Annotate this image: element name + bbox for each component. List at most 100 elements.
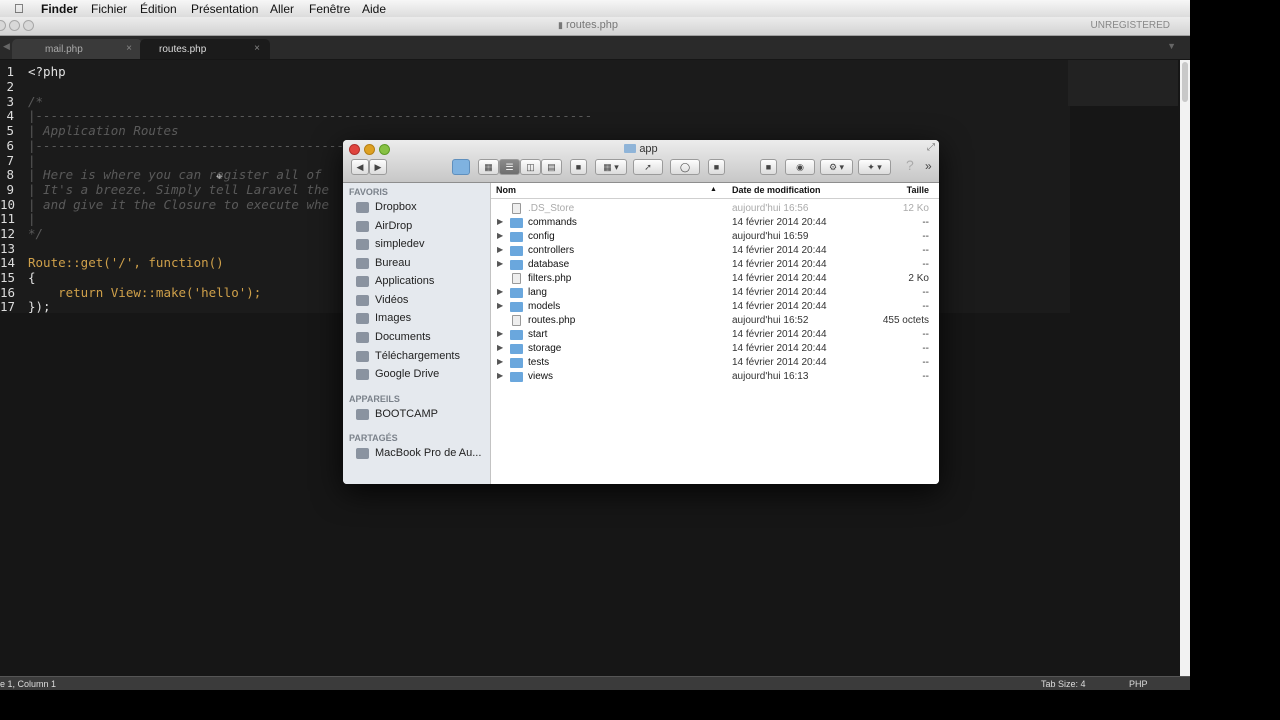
file-row-ds-store[interactable]: .DS_Store aujourd'hui 16:56 12 Ko [491,202,939,216]
file-row-database[interactable]: ▶ database 14 février 2014 20:44 -- [491,258,939,272]
file-row-controllers[interactable]: ▶ controllers 14 février 2014 20:44 -- [491,244,939,258]
line-number: 11 [0,211,16,226]
tab-scroll-left-icon[interactable]: ◀ [3,41,10,52]
tab-close-icon[interactable]: × [254,43,260,54]
sidebar-item-dropbox[interactable]: Dropbox [355,199,489,217]
file-row-lang[interactable]: ▶ lang 14 février 2014 20:44 -- [491,286,939,300]
disclosure-triangle-icon[interactable]: ▶ [497,217,503,226]
help-icon[interactable]: ? [906,157,914,173]
sidebar-item-images[interactable]: Images [355,310,489,328]
file-row-config[interactable]: ▶ config aujourd'hui 16:59 -- [491,230,939,244]
column-view-button[interactable]: ◫ [520,159,541,175]
dropbox-menu-icon[interactable]: ✦ ▾ [858,159,891,175]
disclosure-triangle-icon[interactable]: ▶ [497,301,503,310]
vertical-scrollbar[interactable] [1180,60,1190,690]
php-file-icon [512,273,521,284]
file-row-start[interactable]: ▶ start 14 février 2014 20:44 -- [491,328,939,342]
code-line[interactable]: | Here is where you can register all of [28,167,322,182]
path-icon[interactable]: ■ [708,159,725,175]
column-header-date[interactable]: Date de modification [732,185,821,195]
sidebar-item-telechargements[interactable]: Téléchargements [355,348,489,366]
disclosure-triangle-icon[interactable]: ▶ [497,231,503,240]
tab-mail-php[interactable]: mail.php × [12,39,142,59]
file-row-commands[interactable]: ▶ commands 14 février 2014 20:44 -- [491,216,939,230]
fullscreen-icon[interactable]: ⤢ [927,142,935,153]
file-row-models[interactable]: ▶ models 14 février 2014 20:44 -- [491,300,939,314]
minimap[interactable] [1068,60,1178,106]
code-line[interactable]: { [28,270,36,285]
sidebar-item-bureau[interactable]: Bureau [355,255,489,273]
tab-size-selector[interactable]: Tab Size: 4 [1041,679,1086,689]
code-line[interactable]: <?php [28,64,66,79]
code-line[interactable]: }); [28,299,51,314]
list-view-button[interactable]: ☰ [499,159,520,175]
column-header-size[interactable]: Taille [907,185,929,195]
menu-fenetre[interactable]: Fenêtre [309,2,350,16]
apple-menu-icon[interactable]:  [14,1,24,16]
disclosure-triangle-icon[interactable]: ▶ [497,245,503,254]
icon-view-button[interactable]: ▦ [478,159,499,175]
code-line[interactable]: return View::make('hello'); [28,285,261,300]
line-number: 6 [6,138,14,153]
menu-aller[interactable]: Aller [270,2,294,16]
file-row-routes-php[interactable]: routes.php aujourd'hui 16:52 455 octets [491,314,939,328]
menu-finder[interactable]: Finder [41,2,78,16]
disclosure-triangle-icon[interactable]: ▶ [497,371,503,380]
downloads-icon [356,351,369,362]
info-icon[interactable]: ■ [760,159,777,175]
disclosure-triangle-icon[interactable]: ▶ [497,259,503,268]
sidebar-item-documents[interactable]: Documents [355,329,489,347]
file-row-storage[interactable]: ▶ storage 14 février 2014 20:44 -- [491,342,939,356]
file-row-views[interactable]: ▶ views aujourd'hui 16:13 -- [491,370,939,384]
gear-icon[interactable]: ⚙ ▾ [820,159,853,175]
syntax-selector[interactable]: PHP [1129,679,1148,689]
sidebar-item-applications[interactable]: Applications [355,273,489,291]
file-row-filters-php[interactable]: filters.php 14 février 2014 20:44 2 Ko [491,272,939,286]
share-button[interactable]: ➚ [633,159,663,175]
code-line[interactable]: Route::get('/', function() [28,255,224,270]
column-header-name[interactable]: Nom [496,185,516,195]
sidebar-section-shared: PARTAGÉS [349,433,398,443]
disclosure-triangle-icon[interactable]: ▶ [497,343,503,352]
finder-title: app [343,143,939,155]
code-line[interactable]: | It's a breeze. Simply tell Laravel the [28,182,329,197]
menu-aide[interactable]: Aide [362,2,386,16]
back-button[interactable]: ◀ [351,159,369,175]
dropbox-icon [356,202,369,213]
toolbar-overflow-icon[interactable]: » [925,159,932,173]
sidebar-item-macbook[interactable]: MacBook Pro de Au... [355,445,489,463]
arrange-button[interactable]: ▦ ▾ [595,159,627,175]
code-line[interactable]: | [28,211,36,226]
file-row-tests[interactable]: ▶ tests 14 février 2014 20:44 -- [491,356,939,370]
code-line[interactable]: | and give it the Closure to execute whe [28,197,329,212]
code-line[interactable]: | [28,153,36,168]
menu-fichier[interactable]: Fichier [91,2,127,16]
sidebar-item-airdrop[interactable]: AirDrop [355,218,489,236]
sort-ascending-icon: ▲ [710,186,717,193]
tag-button[interactable]: ◯ [670,159,700,175]
tab-close-icon[interactable]: × [126,43,132,54]
disclosure-triangle-icon[interactable]: ▶ [497,357,503,366]
cover-flow-view-button[interactable]: ▤ [541,159,562,175]
quick-look-eye-icon[interactable]: ◉ [785,159,815,175]
menu-presentation[interactable]: Présentation [191,2,258,16]
cursor-position: e 1, Column 1 [0,679,57,689]
disclosure-triangle-icon[interactable]: ▶ [497,329,503,338]
new-folder-icon[interactable] [452,159,470,175]
sidebar-item-simpledev[interactable]: simpledev [355,236,489,254]
tab-routes-php[interactable]: routes.php × [140,39,270,59]
action-square-icon[interactable]: ■ [570,159,587,175]
disclosure-triangle-icon[interactable]: ▶ [497,287,503,296]
sidebar-item-google-drive[interactable]: Google Drive [355,366,489,384]
code-line[interactable]: |---------------------------------------… [28,108,592,123]
code-line[interactable]: /* [28,94,43,109]
code-line[interactable]: */ [28,226,43,241]
sidebar-section-favorites: FAVORIS [349,187,388,197]
menu-edition[interactable]: Édition [140,2,177,16]
sidebar-item-bootcamp[interactable]: BOOTCAMP [355,406,489,424]
code-line[interactable]: | Application Routes [28,123,179,138]
tab-menu-chevron-icon[interactable]: ▼ [1167,41,1176,51]
forward-button[interactable]: ▶ [369,159,387,175]
sidebar-item-videos[interactable]: Vidéos [355,292,489,310]
scrollbar-thumb[interactable] [1182,62,1188,102]
